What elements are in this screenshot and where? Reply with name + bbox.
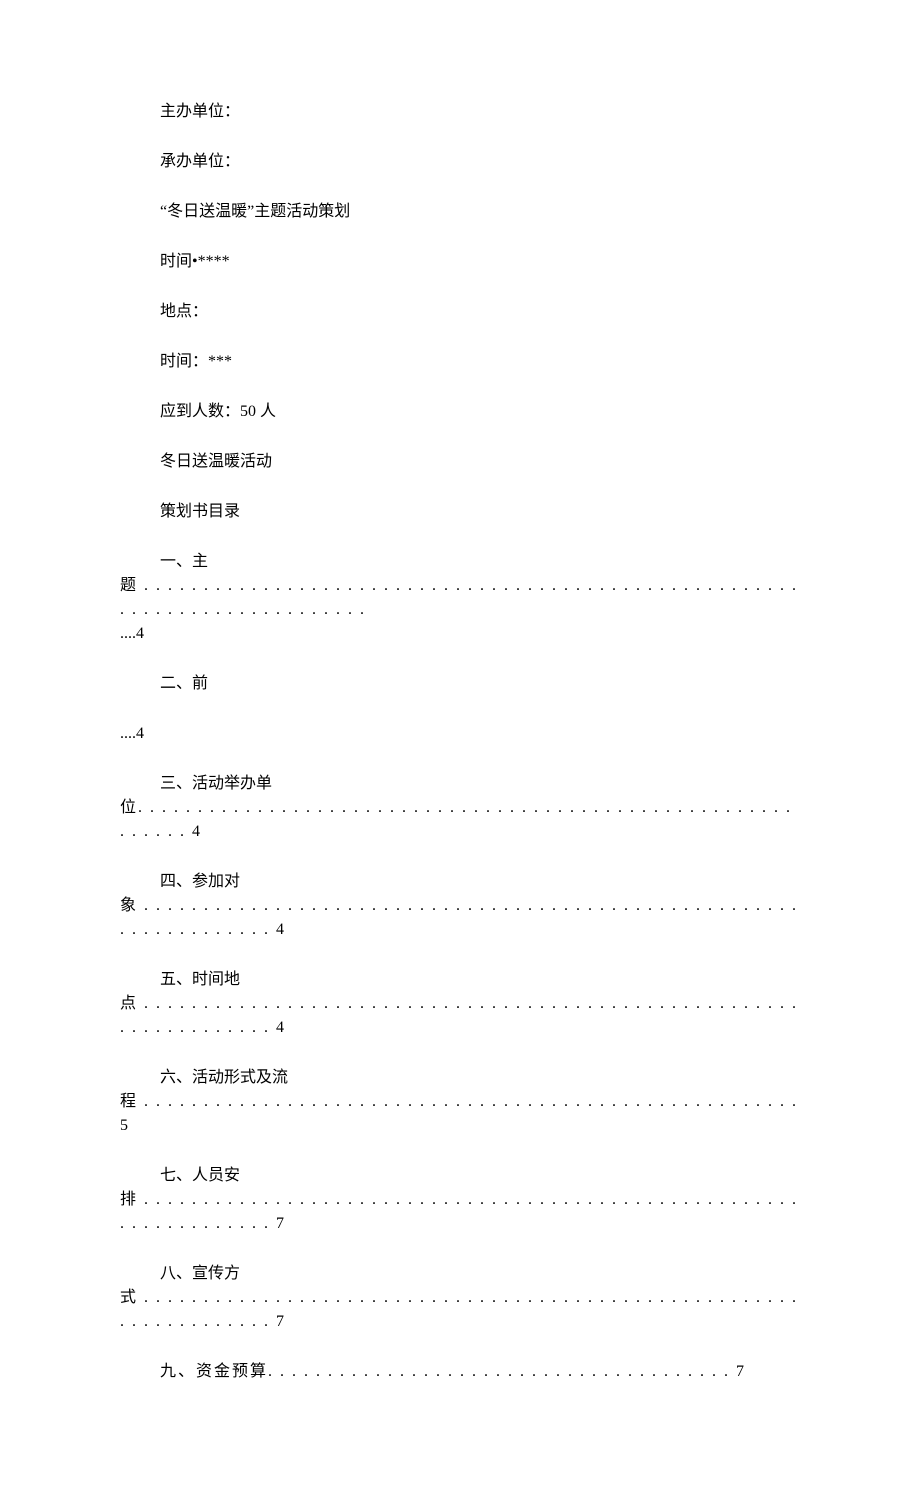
toc-item-5-line2: 点 . . . . . . . . . . . . . . . . . . . …	[120, 992, 800, 1040]
toc-item-7: 七、人员安 排 . . . . . . . . . . . . . . . . …	[120, 1164, 800, 1236]
event-title: “冬日送温暖”主题活动策划	[120, 200, 800, 224]
toc-item-4: 四、参加对 象 . . . . . . . . . . . . . . . . …	[120, 870, 800, 942]
toc-item-2: 二、前	[120, 672, 800, 696]
place-line: 地点：	[120, 300, 800, 324]
toc-item-9: 九、资金预算. . . . . . . . . . . . . . . . . …	[120, 1360, 800, 1384]
toc-item-6-line1: 六、活动形式及流	[120, 1066, 800, 1090]
time-line-2: 时间：***	[120, 350, 800, 374]
toc-item-1-line1: 一、主	[120, 550, 800, 574]
toc-item-5-line1: 五、时间地	[120, 968, 800, 992]
toc-heading: 策划书目录	[120, 500, 800, 524]
document-page: 主办单位： 承办单位： “冬日送温暖”主题活动策划 时间•**** 地点： 时间…	[0, 0, 920, 1490]
toc-item-4-line1: 四、参加对	[120, 870, 800, 894]
toc-item-6-line2: 程 . . . . . . . . . . . . . . . . . . . …	[120, 1090, 800, 1138]
toc-item-3-line2: 位. . . . . . . . . . . . . . . . . . . .…	[120, 796, 800, 844]
toc-item-8: 八、宣传方 式 . . . . . . . . . . . . . . . . …	[120, 1262, 800, 1334]
toc-item-1-line3: ....4	[120, 622, 800, 646]
toc-item-7-line1: 七、人员安	[120, 1164, 800, 1188]
toc-item-2-page: ....4	[120, 722, 800, 746]
time-line-1: 时间•****	[120, 250, 800, 274]
toc-item-1-line2: 题 . . . . . . . . . . . . . . . . . . . …	[120, 574, 800, 622]
toc-item-6: 六、活动形式及流 程 . . . . . . . . . . . . . . .…	[120, 1066, 800, 1138]
toc-item-2-line1: 二、前	[120, 672, 800, 696]
attendance-line: 应到人数：50 人	[120, 400, 800, 424]
toc-item-8-line2: 式 . . . . . . . . . . . . . . . . . . . …	[120, 1286, 800, 1334]
toc-item-8-line1: 八、宣传方	[120, 1262, 800, 1286]
host-organization: 主办单位：	[120, 100, 800, 124]
toc-item-7-line2: 排 . . . . . . . . . . . . . . . . . . . …	[120, 1188, 800, 1236]
toc-item-9-line1: 九、资金预算. . . . . . . . . . . . . . . . . …	[120, 1360, 800, 1384]
co-organization: 承办单位：	[120, 150, 800, 174]
toc-item-4-line2: 象 . . . . . . . . . . . . . . . . . . . …	[120, 894, 800, 942]
toc-item-3: 三、活动举办单 位. . . . . . . . . . . . . . . .…	[120, 772, 800, 844]
toc-item-1: 一、主 题 . . . . . . . . . . . . . . . . . …	[120, 550, 800, 646]
toc-item-3-line1: 三、活动举办单	[120, 772, 800, 796]
activity-name: 冬日送温暖活动	[120, 450, 800, 474]
toc-item-5: 五、时间地 点 . . . . . . . . . . . . . . . . …	[120, 968, 800, 1040]
